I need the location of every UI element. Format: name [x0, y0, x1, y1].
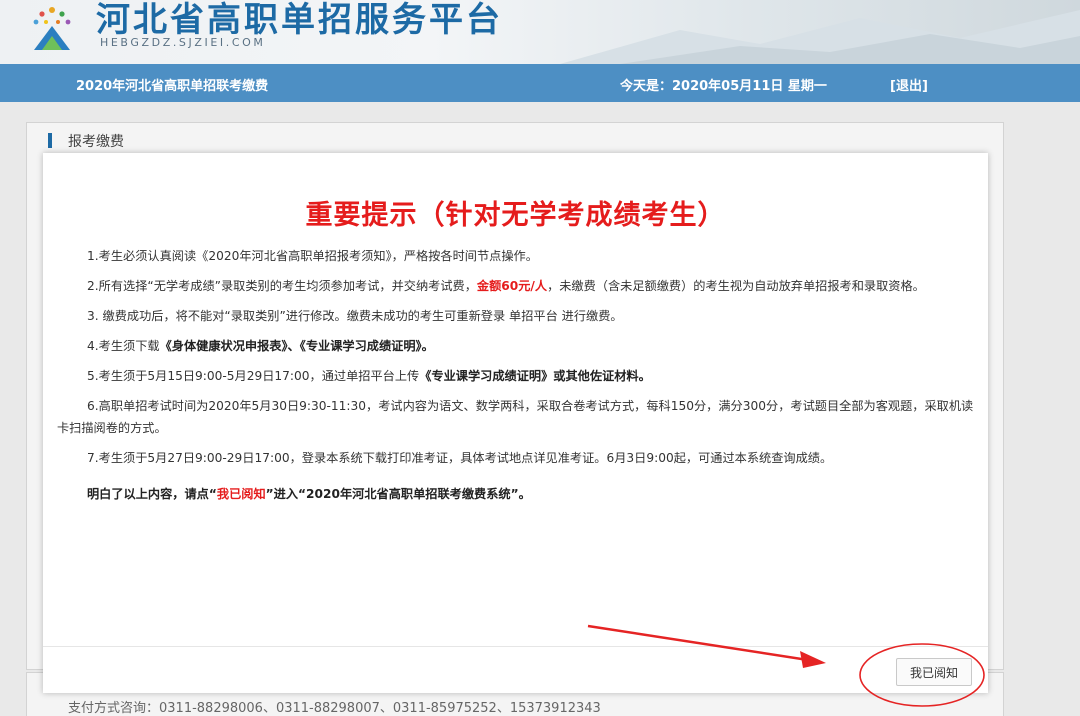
notice-item-5-text: 5.考生须于5月15日9:00-5月29日17:00，通过单招平台上传 — [87, 369, 420, 383]
notice-item-4: 4.考生须下载《身体健康状况申报表》、《专业课学习成绩证明》。 — [57, 335, 977, 357]
notice-item-1-text: 1.考生必须认真阅读《2020年河北省高职单招报考须知》，严格按各时间节点操作。 — [87, 249, 538, 263]
modal-footer-divider — [43, 646, 988, 647]
notice-item-2-tail: ，未缴费（含未足额缴费）的考生视为自动放弃单招报考和录取资格。 — [547, 279, 925, 293]
payment-consult-text: 支付方式咨询：0311-88298006、0311-88298007、0311-… — [68, 701, 601, 716]
site-title: 河北省高职单招服务平台 — [96, 0, 503, 40]
notice-confirm-text: 明白了以上内容，请点“我已阅知”进入“2020年河北省高职单招联考缴费系统”。 — [57, 483, 977, 505]
confirm-text-a: 明白了以上内容，请点“ — [87, 487, 217, 501]
logout-link[interactable]: [退出] — [890, 75, 928, 94]
current-date: 今天是：2020年05月11日 星期一 — [620, 79, 827, 94]
notice-item-2: 2.所有选择“无学考成绩”录取类别的考生均须参加考试，并交纳考试费，金额60元/… — [57, 275, 977, 297]
notice-item-5-materials: 《专业课学习成绩证明》或其他佐证材料。 — [419, 369, 651, 383]
confirm-highlight: 我已阅知 — [216, 487, 266, 501]
site-header: 河北省高职单招服务平台 HEBGZDZ.SJZIEI.COM — [0, 0, 1080, 64]
notice-item-6: 6.高职单招考试时间为2020年5月30日9:30-11:30，考试内容为语文、… — [57, 395, 977, 439]
platform-logo-icon — [33, 7, 71, 50]
panel-heading: 报考缴费 — [48, 131, 124, 151]
modal-title: 重要提示（针对无学考成绩考生） — [305, 200, 726, 231]
important-notice-modal: 重要提示（针对无学考成绩考生） 1.考生必须认真阅读《2020年河北省高职单招报… — [43, 153, 988, 693]
notice-item-3-text: 3. 缴费成功后，将不能对“录取类别”进行修改。缴费未成功的考生可重新登录 单招… — [87, 309, 623, 323]
top-nav-bar: 2020年河北省高职单招联考缴费 今天是：2020年05月11日 星期一 [退出… — [0, 64, 1080, 102]
notice-body: 1.考生必须认真阅读《2020年河北省高职单招报考须知》，严格按各时间节点操作。… — [57, 245, 977, 513]
notice-item-1: 1.考生必须认真阅读《2020年河北省高职单招报考须知》，严格按各时间节点操作。 — [57, 245, 977, 267]
notice-item-3: 3. 缴费成功后，将不能对“录取类别”进行修改。缴费未成功的考生可重新登录 单招… — [57, 305, 977, 327]
notice-item-2-text: 2.所有选择“无学考成绩”录取类别的考生均须参加考试，并交纳考试费， — [87, 279, 477, 293]
notice-item-7-text: 7.考生须于5月27日9:00-29日17:00，登录本系统下载打印准考证，具体… — [87, 451, 833, 465]
notice-item-7: 7.考生须于5月27日9:00-29日17:00，登录本系统下载打印准考证，具体… — [57, 447, 977, 469]
notice-item-5: 5.考生须于5月15日9:00-5月29日17:00，通过单招平台上传《专业课学… — [57, 365, 977, 387]
notice-item-4-forms: 《身体健康状况申报表》、《专业课学习成绩证明》。 — [159, 339, 434, 353]
notice-item-4-text: 4.考生须下载 — [87, 339, 160, 353]
notice-item-6-text: 6.高职单招考试时间为2020年5月30日9:30-11:30，考试内容为语文、… — [57, 399, 974, 435]
system-name: 2020年河北省高职单招联考缴费 — [76, 79, 269, 94]
confirm-text-b: ”进入“2020年河北省高职单招联考缴费系统”。 — [265, 487, 531, 501]
fee-amount: 金额60元/人 — [476, 279, 548, 293]
site-domain: HEBGZDZ.SJZIEI.COM — [100, 36, 266, 49]
acknowledge-button[interactable]: 我已阅知 — [896, 658, 972, 686]
